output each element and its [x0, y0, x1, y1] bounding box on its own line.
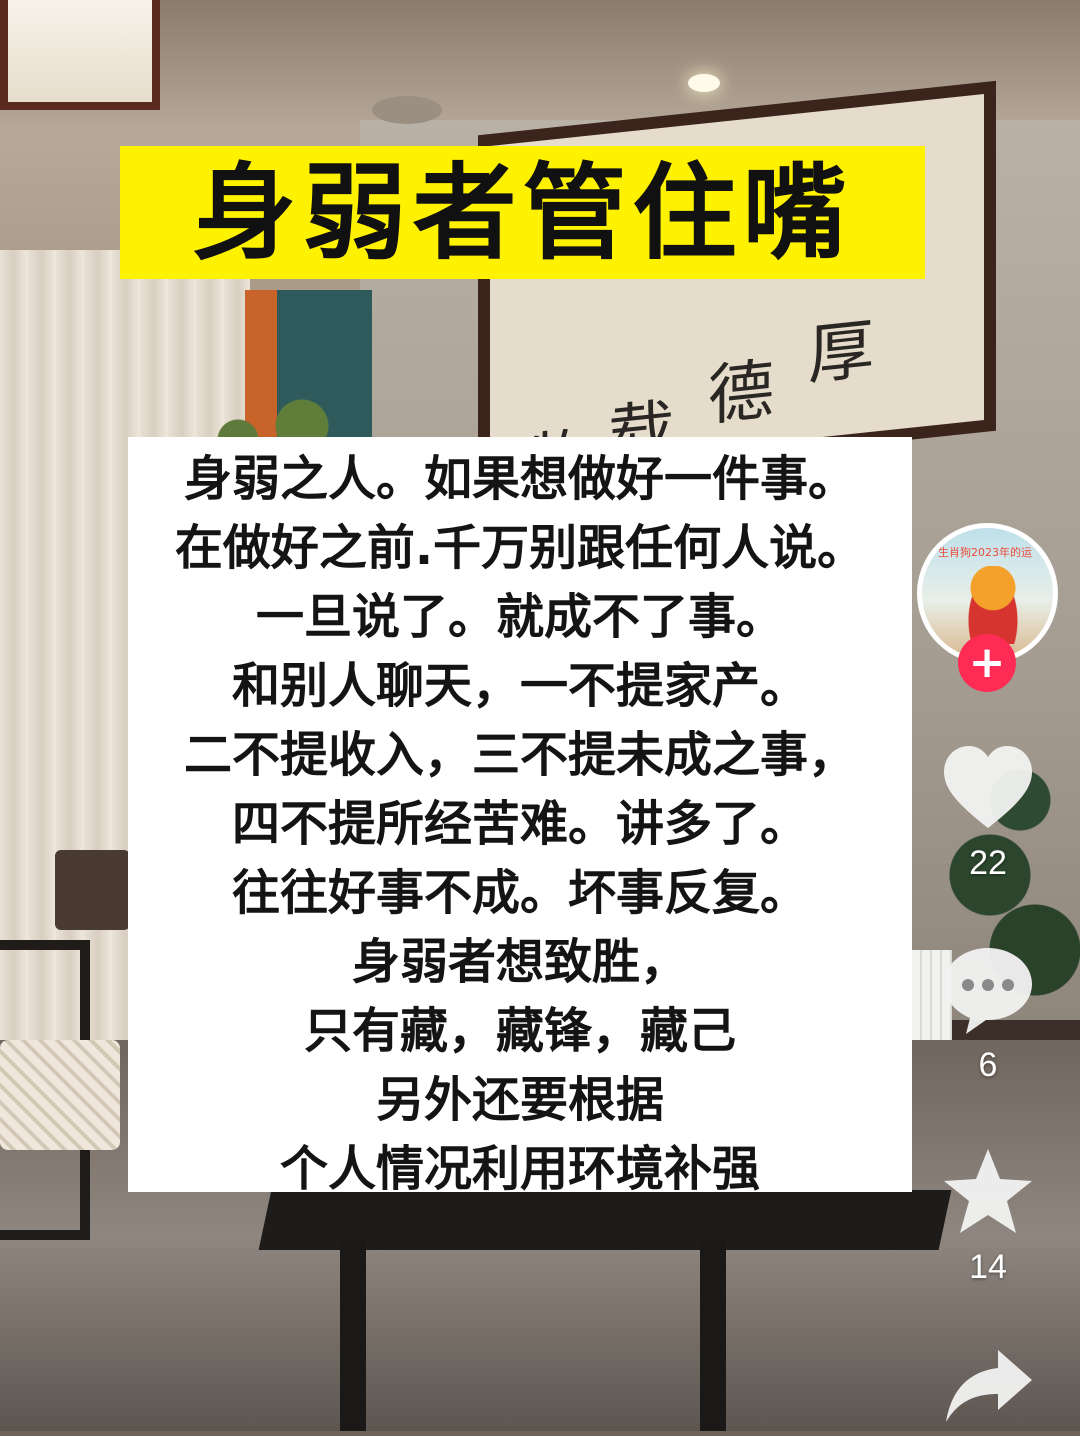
table-leg — [340, 1240, 366, 1431]
comment-icon — [944, 948, 1032, 1034]
comment-button[interactable] — [940, 942, 1036, 1038]
like-count: 22 — [969, 844, 1007, 882]
favorite-count: 14 — [969, 1248, 1007, 1286]
body-line: 和别人聊天，一不提家产。 — [231, 658, 808, 714]
body-line: 一旦说了。就成不了事。 — [255, 589, 784, 645]
body-line: 四不提所经苦难。讲多了。 — [231, 796, 808, 852]
downlight — [688, 74, 720, 92]
ceiling-vent — [372, 96, 442, 124]
dog-mascot-icon — [964, 566, 1022, 644]
body-line: 只有藏，藏锋，藏己 — [303, 1003, 736, 1059]
star-icon — [944, 1149, 1032, 1233]
follow-button[interactable]: + — [958, 634, 1016, 692]
body-line: 身弱之人。如果想做好一件事。 — [183, 451, 856, 507]
comment-count: 6 — [978, 1046, 998, 1084]
calligraphy-char: 德 — [708, 351, 774, 436]
favorite-button[interactable] — [940, 1145, 1036, 1241]
body-line: 身弱者想致胜， — [351, 934, 688, 990]
ceiling-lamp — [0, 0, 160, 110]
table-leg — [700, 1240, 726, 1431]
body-line: 另外还要根据 — [375, 1072, 664, 1128]
calligraphy-char: 厚 — [808, 310, 874, 395]
body-line: 在做好之前.千万别跟任何人说。 — [174, 520, 866, 576]
body-line: 往往好事不成。坏事反复。 — [231, 865, 808, 921]
heart-icon — [944, 746, 1032, 828]
like-button[interactable] — [940, 742, 1036, 838]
avatar-caption: 生肖狗2023年的运 — [938, 546, 1032, 559]
text-card: 身弱之人。如果想做好一件事。 在做好之前.千万别跟任何人说。 一旦说了。就成不了… — [128, 437, 912, 1197]
cushion — [0, 1040, 120, 1150]
calligraphy-frame: 厚 德 载 物 — [478, 80, 996, 504]
page-title: 身弱者管住嘴 — [192, 151, 853, 274]
share-icon — [946, 1350, 1032, 1422]
title-banner: 身弱者管住嘴 — [120, 146, 925, 279]
body-line: 二不提收入，三不提未成之事， — [183, 727, 856, 783]
body-line: 个人情况利用环境补强 — [279, 1141, 760, 1197]
side-table — [55, 850, 130, 930]
share-button[interactable] — [940, 1340, 1036, 1436]
